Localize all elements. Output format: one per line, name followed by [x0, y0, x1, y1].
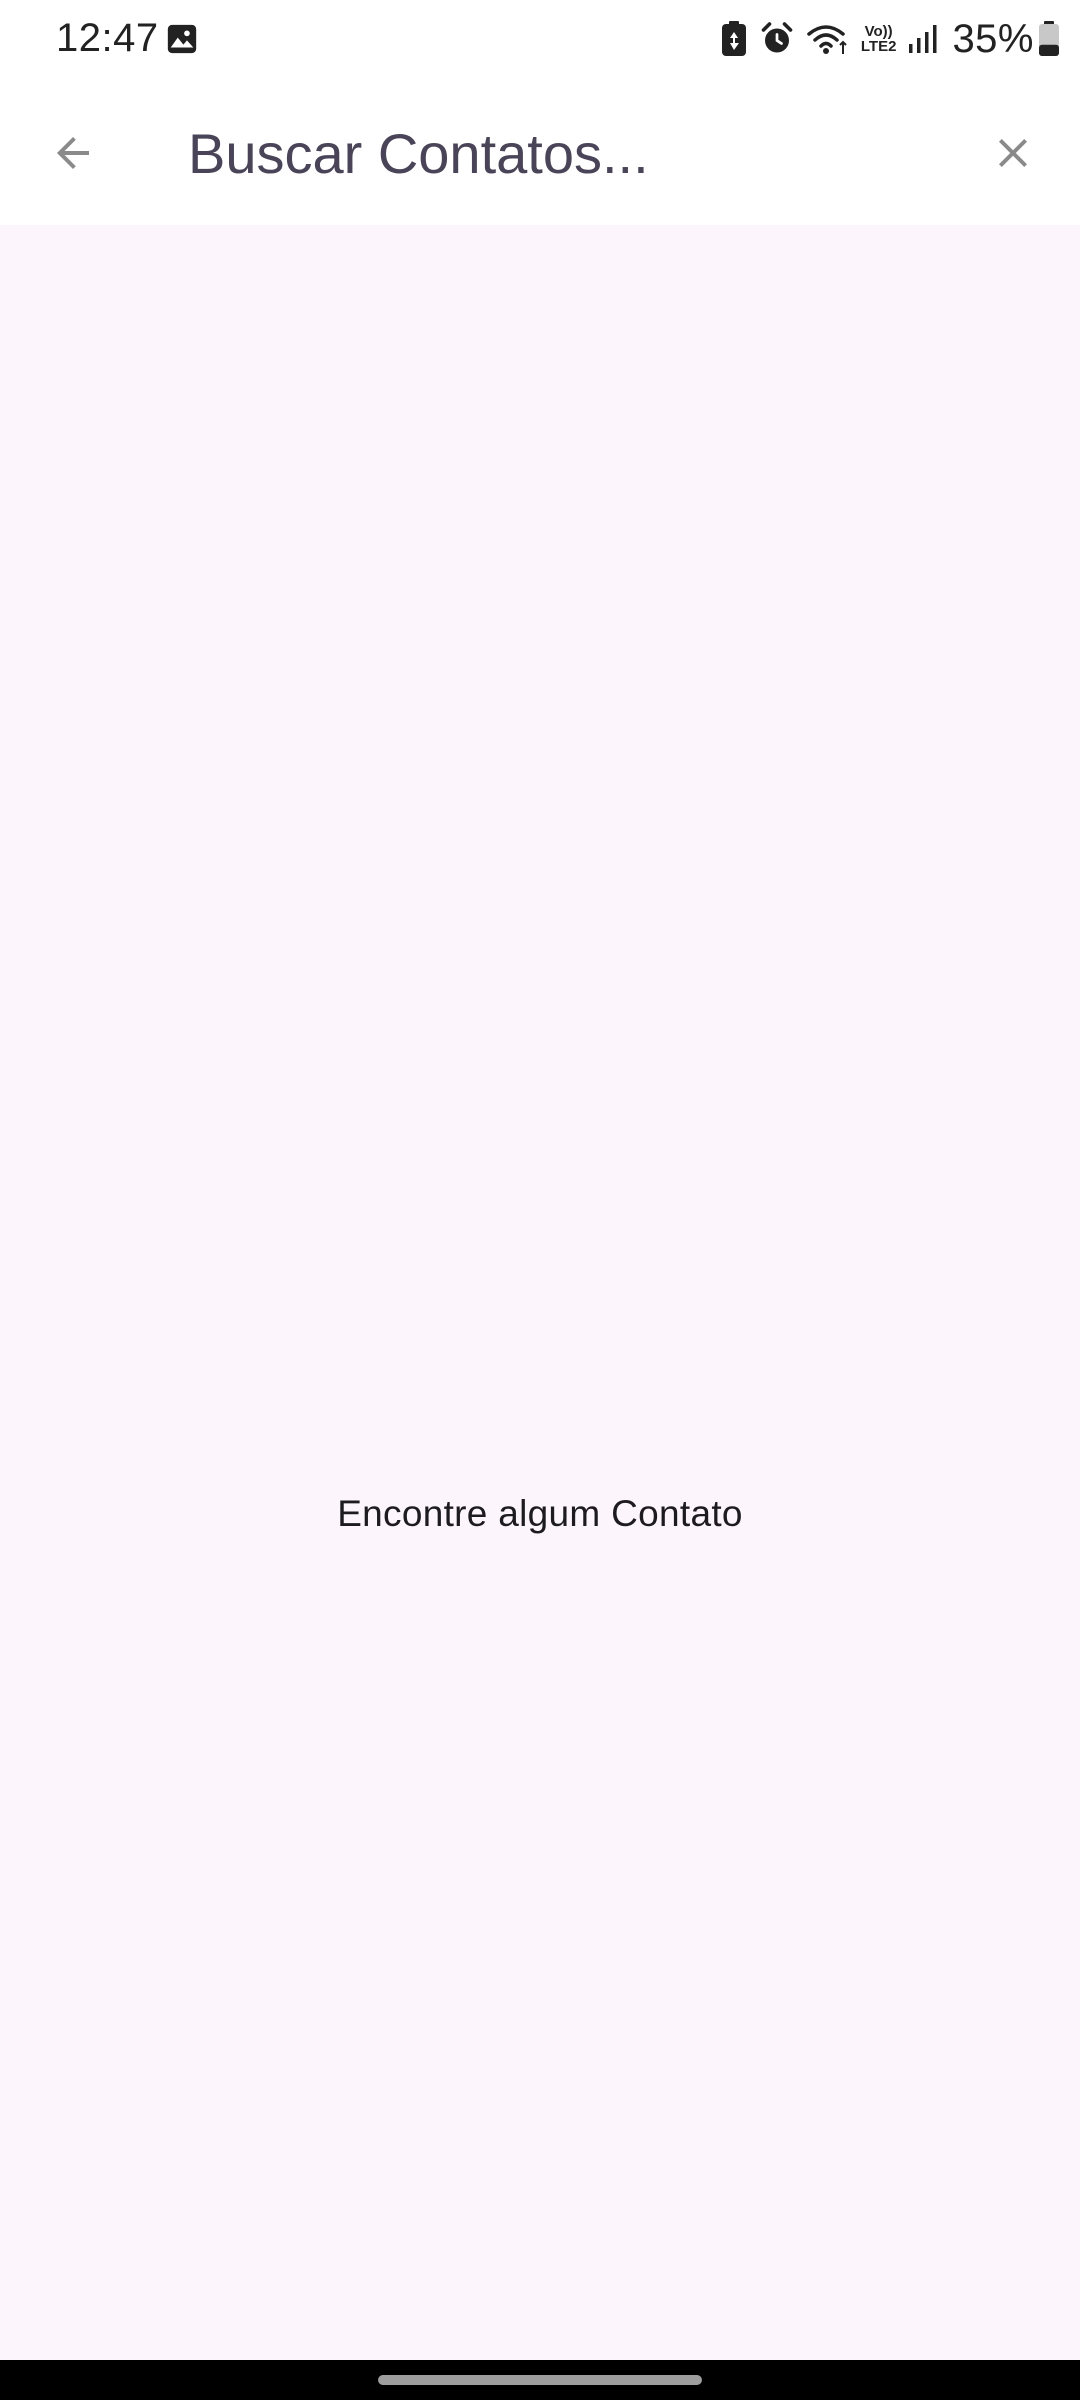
- system-nav-bar: [0, 2360, 1080, 2400]
- gallery-icon: [167, 24, 197, 54]
- arrow-back-icon: [57, 137, 89, 169]
- status-time: 12:47: [56, 16, 159, 60]
- volte-icon: Vo)) LTE2: [861, 24, 897, 54]
- home-gesture-handle[interactable]: [378, 2375, 702, 2385]
- alarm-icon: [761, 22, 793, 53]
- status-icons: Vo)) LTE2 35%: [709, 14, 1060, 64]
- empty-state-message: Encontre algum Contato: [337, 1493, 743, 1534]
- results-area: Encontre algum Contato: [0, 225, 1080, 2360]
- battery-icon: [1039, 21, 1059, 56]
- back-button[interactable]: [30, 118, 116, 188]
- wifi-icon: [807, 25, 847, 54]
- volte-label-top: Vo)): [864, 23, 893, 40]
- status-bar: 12:47 Vo)) LTE2 35%: [0, 0, 1080, 78]
- close-icon: [999, 139, 1027, 167]
- search-input[interactable]: [188, 108, 948, 198]
- battery-saver-icon: [721, 21, 746, 56]
- search-app-bar: [0, 78, 1080, 225]
- battery-percent: 35%: [952, 16, 1034, 61]
- volte-label-bottom: LTE2: [860, 38, 897, 55]
- clear-search-button[interactable]: [976, 116, 1050, 190]
- signal-icon: [909, 25, 937, 53]
